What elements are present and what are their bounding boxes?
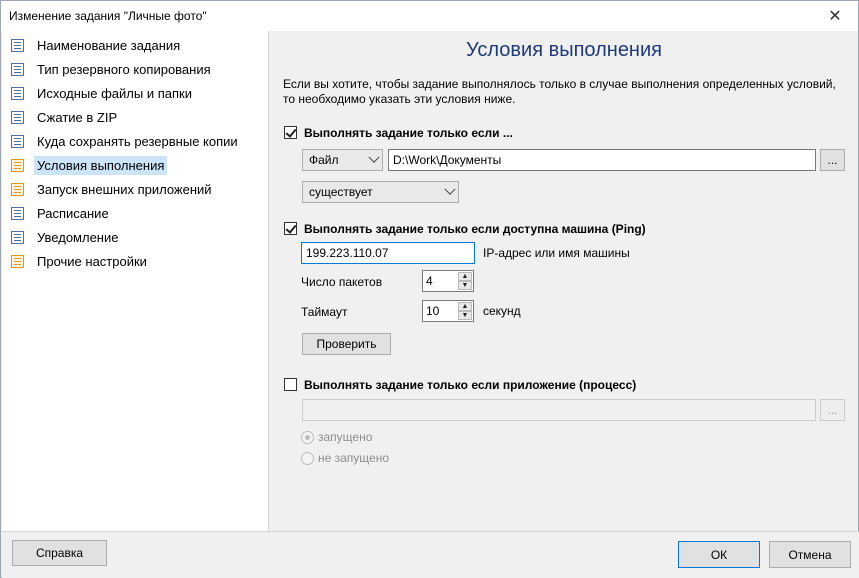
- ip-field[interactable]: 199.223.110.07: [301, 242, 475, 264]
- arrow-up-icon[interactable]: ▲: [458, 302, 472, 311]
- sidebar-item-label: Тип резервного копирования: [37, 61, 211, 77]
- sidebar: Наименование задания Тип резервного копи…: [2, 31, 269, 531]
- not-running-label: не запущено: [318, 451, 390, 465]
- sidebar-item-label: Прочие настройки: [37, 253, 147, 269]
- browse-path-button[interactable]: ...: [820, 149, 845, 171]
- not-running-radio[interactable]: [301, 452, 314, 465]
- cond2-label: Выполнять задание только если доступна м…: [304, 222, 646, 236]
- timeout-value: 10: [426, 304, 440, 318]
- browse-app-button[interactable]: ...: [820, 399, 845, 421]
- cond1-label: Выполнять задание только если ...: [304, 126, 513, 140]
- path-value: D:\Work\Документы: [393, 153, 502, 167]
- page-icon: [11, 206, 24, 220]
- cond3-label: Выполнять задание только если приложение…: [304, 378, 637, 392]
- stepper-buttons: ▲ ▼: [458, 272, 472, 290]
- file-state-select[interactable]: существует: [302, 181, 459, 203]
- title-bar: Изменение задания "Личные фото" ✕: [1, 1, 858, 31]
- timeout-label: Таймаут: [301, 305, 348, 319]
- timeout-stepper[interactable]: 10 ▲ ▼: [422, 300, 474, 322]
- help-button[interactable]: Справка: [12, 540, 107, 566]
- timeout-unit: секунд: [483, 304, 521, 318]
- sidebar-item-label: Сжатие в ZIP: [37, 109, 118, 125]
- page-icon: [11, 110, 24, 124]
- arrow-up-icon[interactable]: ▲: [458, 272, 472, 281]
- sidebar-item-zip[interactable]: Сжатие в ZIP: [11, 106, 121, 128]
- ip-value: 199.223.110.07: [306, 246, 389, 260]
- sidebar-item-source-files[interactable]: Исходные файлы и папки: [11, 82, 196, 104]
- footer: Справка ОК Отмена: [2, 531, 859, 578]
- page-icon: [11, 254, 24, 268]
- sidebar-item-label: Уведомление: [37, 229, 119, 245]
- page-icon: [11, 62, 24, 76]
- running-radio[interactable]: [301, 431, 314, 444]
- sidebar-item-other[interactable]: Прочие настройки: [11, 250, 151, 272]
- condition-type-select[interactable]: Файл: [302, 149, 383, 171]
- page-icon: [11, 86, 24, 100]
- sidebar-item-label: Условия выполнения: [34, 155, 168, 175]
- sidebar-item-task-name[interactable]: Наименование задания: [11, 34, 184, 56]
- page-icon: [11, 182, 24, 196]
- cond3-checkbox[interactable]: [284, 378, 297, 391]
- page-icon: [11, 134, 24, 148]
- stepper-buttons: ▲ ▼: [458, 302, 472, 320]
- running-label: запущено: [318, 430, 373, 444]
- window-title: Изменение задания "Личные фото": [9, 9, 207, 23]
- dialog-window: Изменение задания "Личные фото" ✕ Наимен…: [0, 0, 859, 578]
- cond1-checkbox[interactable]: [284, 126, 297, 139]
- sidebar-item-external-apps[interactable]: Запуск внешних приложений: [11, 178, 216, 200]
- sidebar-item-schedule[interactable]: Расписание: [11, 202, 113, 224]
- ip-hint: IP-адрес или имя машины: [483, 246, 630, 260]
- sidebar-item-label: Расписание: [37, 205, 109, 221]
- check-ping-button[interactable]: Проверить: [302, 333, 391, 355]
- sidebar-item-notification[interactable]: Уведомление: [11, 226, 122, 248]
- app-field[interactable]: [302, 399, 816, 421]
- packets-value: 4: [426, 274, 433, 288]
- sidebar-item-label: Запуск внешних приложений: [37, 181, 212, 197]
- ok-button[interactable]: ОК: [678, 541, 760, 568]
- content-panel: Условия выполнения Если вы хотите, чтобы…: [270, 31, 858, 531]
- file-state-value: существует: [309, 185, 373, 199]
- sidebar-item-label: Наименование задания: [37, 37, 181, 53]
- cond2-checkbox[interactable]: [284, 222, 297, 235]
- close-icon[interactable]: ✕: [812, 1, 858, 31]
- cancel-button[interactable]: Отмена: [769, 541, 851, 568]
- arrow-down-icon[interactable]: ▼: [458, 281, 472, 290]
- arrow-down-icon[interactable]: ▼: [458, 311, 472, 320]
- packets-label: Число пакетов: [301, 275, 383, 289]
- sidebar-item-conditions[interactable]: Условия выполнения: [11, 154, 171, 176]
- condition-type-value: Файл: [309, 153, 339, 167]
- sidebar-item-label: Куда сохранять резервные копии: [37, 133, 238, 149]
- page-icon: [11, 230, 24, 244]
- sidebar-item-label: Исходные файлы и папки: [37, 85, 192, 101]
- page-title: Условия выполнения: [466, 39, 662, 61]
- packets-stepper[interactable]: 4 ▲ ▼: [422, 270, 474, 292]
- path-field[interactable]: D:\Work\Документы: [388, 149, 816, 171]
- page-icon: [11, 158, 24, 172]
- page-icon: [11, 38, 24, 52]
- chevron-down-icon: [444, 183, 456, 195]
- sidebar-item-backup-type[interactable]: Тип резервного копирования: [11, 58, 215, 80]
- sidebar-item-destination[interactable]: Куда сохранять резервные копии: [11, 130, 242, 152]
- chevron-down-icon: [368, 151, 380, 163]
- intro-text: Если вы хотите, чтобы задание выполнялос…: [283, 77, 836, 106]
